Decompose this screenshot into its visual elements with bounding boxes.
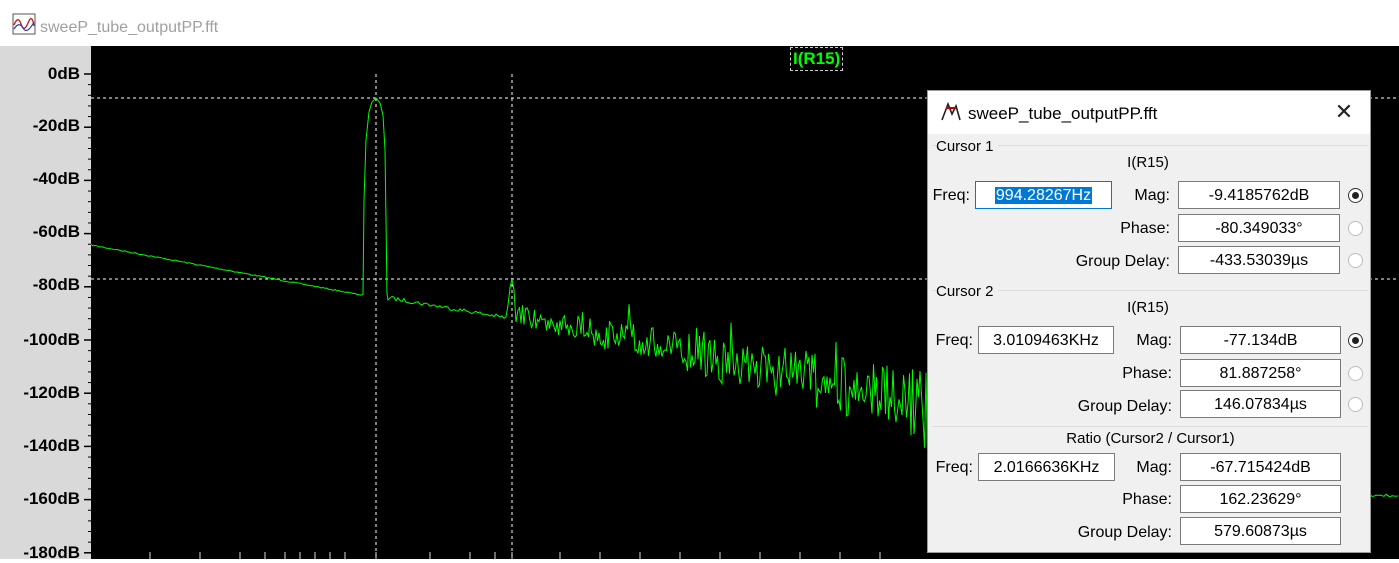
cursor1-phase-label: Phase: [1120,220,1170,237]
ratio-mag-label: Mag: [1136,459,1172,476]
cursor1-phase-radio[interactable] [1348,221,1363,236]
fft-trace-tail [1369,493,1399,498]
cursor2-signal: I(R15) [1127,299,1169,316]
cursor1-freq-label: Freq: [932,187,970,204]
close-icon[interactable]: ✕ [1332,100,1356,124]
ratio-groupdelay-value: 579.60873µs [1180,517,1341,545]
cursor1-signal: I(R15) [1127,154,1169,171]
trace-label[interactable]: I(R15) [790,47,844,71]
ratio-group-label: Ratio (Cursor2 / Cursor1) [1066,430,1235,447]
ratio-phase-label: Phase: [1122,491,1172,508]
cursor1-groupdelay-value: -433.53039µs [1178,246,1340,274]
ratio-phase-value: 162.23629° [1180,485,1341,513]
cursor2-phase-label: Phase: [1122,365,1172,382]
cursor1-freq-input[interactable]: 994.28267Hz [975,181,1112,209]
cursor2-freq-input[interactable]: 3.0109463KHz [978,326,1114,354]
ratio-freq-label: Freq: [935,459,973,476]
cursor1-mag-radio[interactable] [1348,188,1363,203]
dialog-title: sweeP_tube_outputPP.fft [968,104,1158,123]
cursor2-mag-value: -77.134dB [1180,326,1341,354]
cursor1-mag-label: Mag: [1134,187,1170,204]
cursor1-groupdelay-label: Group Delay: [1075,253,1170,270]
cursor2-groupdelay-radio[interactable] [1348,397,1363,412]
cursor1-phase-value: -80.349033° [1178,214,1340,242]
axis-ticks [84,73,881,559]
cursor1-groupdelay-radio[interactable] [1348,253,1363,268]
dialog-titlebar: sweeP_tube_outputPP.fft ✕ [928,91,1370,134]
cursor2-group-label: Cursor 2 [936,283,998,300]
cursor2-groupdelay-label: Group Delay: [1077,398,1172,415]
cursor2-groupdelay-value: 146.07834µs [1180,390,1341,418]
cursor1-group-label: Cursor 1 [936,138,998,155]
cursor-dialog: sweeP_tube_outputPP.fft ✕ Cursor 1 I(R15… [927,90,1371,553]
ratio-freq-value: 2.0166636KHz [978,453,1115,481]
fft-trace [90,97,928,450]
cursor2-phase-value: 81.887258° [1180,359,1341,387]
cursor1-mag-value: -9.4185762dB [1178,181,1340,209]
cursor2-freq-label: Freq: [935,332,973,349]
cursor2-phase-radio[interactable] [1348,366,1363,381]
ratio-mag-value: -67.715424dB [1180,453,1341,481]
ratio-groupdelay-label: Group Delay: [1077,524,1172,541]
cursor2-mag-label: Mag: [1136,332,1172,349]
cursor2-mag-radio[interactable] [1348,333,1363,348]
ltspice-icon [941,102,961,121]
